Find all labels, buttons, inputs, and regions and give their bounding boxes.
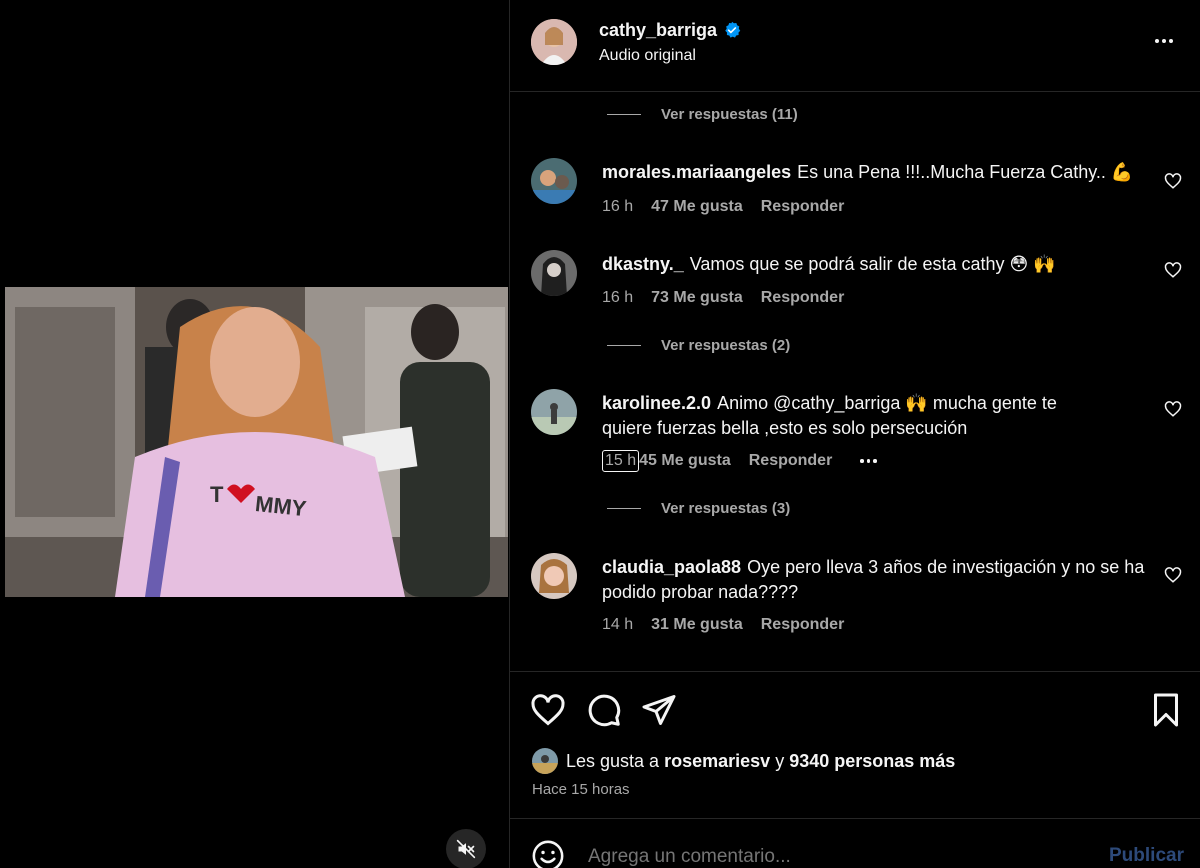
reply-button[interactable]: Responder: [749, 452, 833, 470]
shirt-print: T: [210, 482, 224, 507]
commenter-avatar-image: [531, 389, 577, 435]
comment-meta: 15 h 45 Me gusta Responder: [602, 450, 877, 472]
comments-list[interactable]: Ver respuestas (11) morales.mariaangeles…: [510, 92, 1200, 672]
commenter-avatar[interactable]: [531, 389, 577, 435]
video-frame-image: T MMY: [5, 287, 508, 597]
liker-avatar[interactable]: [532, 748, 558, 774]
comment-likes-count[interactable]: 47 Me gusta: [651, 198, 743, 216]
audio-original-link[interactable]: Audio original: [599, 47, 696, 65]
likes-others-link[interactable]: 9340 personas más: [789, 751, 955, 772]
like-heart-icon[interactable]: [530, 692, 566, 728]
media-pane: T MMY: [0, 0, 509, 868]
post-header: cathy_barriga Audio original: [510, 0, 1200, 92]
like-comment-heart-icon[interactable]: [1164, 172, 1182, 190]
reply-button[interactable]: Responder: [761, 616, 845, 634]
view-replies-button[interactable]: Ver respuestas (2): [607, 337, 790, 354]
comment-bubble-icon[interactable]: [586, 692, 622, 728]
commenter-avatar-image: [531, 250, 577, 296]
publish-button[interactable]: Publicar: [1109, 845, 1184, 867]
reply-line-divider: [607, 508, 641, 509]
comment-options-icon[interactable]: [860, 459, 877, 463]
commenter-avatar-image: [531, 158, 577, 204]
commenter-avatar-image: [531, 553, 577, 599]
post-side-panel: cathy_barriga Audio original Ver respues…: [509, 0, 1200, 868]
add-comment-bar: Publicar: [510, 818, 1200, 868]
comment-time[interactable]: 16 h: [602, 289, 633, 307]
comment-text: Vamos que se podrá salir de esta cathy 😳…: [689, 254, 1056, 274]
author-username[interactable]: cathy_barriga: [599, 20, 717, 41]
reply-button[interactable]: Responder: [761, 198, 845, 216]
verified-badge-icon: [725, 21, 741, 38]
likes-prefix: Les gusta a: [566, 750, 660, 771]
speaker-muted-icon: [456, 839, 476, 859]
likes-joiner: y: [775, 750, 785, 771]
comment-likes-count[interactable]: 73 Me gusta: [651, 289, 743, 307]
mute-toggle-button[interactable]: [446, 829, 486, 868]
reply-line-divider: [607, 345, 641, 346]
comment-input[interactable]: [588, 846, 1088, 868]
reply-button[interactable]: Responder: [761, 289, 845, 307]
commenter-username[interactable]: claudia_paola88: [602, 557, 741, 577]
comment-meta: 16 h 73 Me gusta Responder: [602, 289, 862, 307]
commenter-username[interactable]: dkastny._: [602, 254, 684, 274]
comment-body: claudia_paola88 Oye pero lleva 3 años de …: [602, 555, 1152, 605]
like-comment-heart-icon[interactable]: [1164, 261, 1182, 279]
author-avatar-image: [531, 19, 577, 65]
comment-time[interactable]: 16 h: [602, 198, 633, 216]
liker-username[interactable]: rosemariesv: [664, 751, 770, 772]
emoji-smiley-icon[interactable]: [531, 839, 565, 868]
comment-text: Es una Pena !!!..Mucha Fuerza Cathy.. 💪: [797, 162, 1134, 182]
commenter-avatar[interactable]: [531, 553, 577, 599]
view-replies-label: Ver respuestas (3): [661, 500, 791, 517]
comment-body: dkastny._ Vamos que se podrá salir de est…: [602, 252, 1152, 277]
commenter-username[interactable]: karolinee.2.0: [602, 393, 711, 413]
share-paper-plane-icon[interactable]: [641, 692, 677, 728]
comment-body: morales.mariaangeles Es una Pena !!!..Muc…: [602, 160, 1152, 185]
author-avatar[interactable]: [531, 19, 577, 65]
view-replies-button[interactable]: Ver respuestas (3): [607, 500, 790, 517]
post-time-ago[interactable]: Hace 15 horas: [532, 781, 630, 798]
comment-time[interactable]: 15 h: [602, 450, 640, 472]
comment-likes-count[interactable]: 31 Me gusta: [651, 616, 743, 634]
comment-meta: 14 h 31 Me gusta Responder: [602, 616, 862, 634]
comment-meta: 16 h 47 Me gusta Responder: [602, 198, 862, 216]
like-comment-heart-icon[interactable]: [1164, 566, 1182, 584]
post-video[interactable]: T MMY: [5, 287, 508, 597]
more-options-icon[interactable]: [1150, 30, 1178, 52]
commenter-username[interactable]: morales.mariaangeles: [602, 162, 791, 182]
like-comment-heart-icon[interactable]: [1164, 400, 1182, 418]
reply-line-divider: [607, 114, 641, 115]
comment-body: karolinee.2.0 Animo @cathy_barriga 🙌 much…: [602, 391, 1072, 441]
likes-summary: Les gusta a rosemariesv y 9340 personas …: [532, 748, 955, 774]
view-replies-button[interactable]: Ver respuestas (11): [607, 106, 798, 123]
view-replies-label: Ver respuestas (11): [661, 106, 798, 123]
comment-likes-count[interactable]: 45 Me gusta: [639, 452, 731, 470]
commenter-avatar[interactable]: [531, 158, 577, 204]
liker-avatar-image: [532, 748, 558, 774]
comment-time[interactable]: 14 h: [602, 616, 633, 634]
save-bookmark-icon[interactable]: [1148, 692, 1184, 728]
view-replies-label: Ver respuestas (2): [661, 337, 791, 354]
post-actions: [510, 672, 1200, 752]
commenter-avatar[interactable]: [531, 250, 577, 296]
